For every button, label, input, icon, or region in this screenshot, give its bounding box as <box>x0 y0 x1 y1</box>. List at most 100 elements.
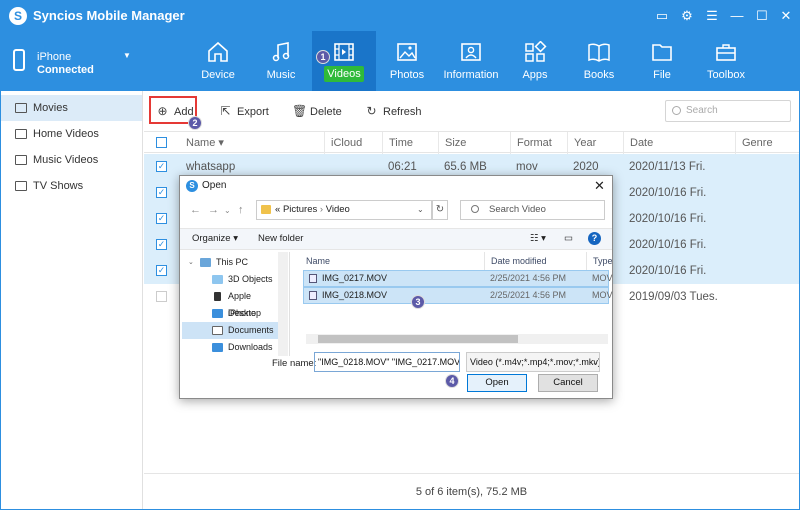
command-bar: Organize ▾ New folder ☷ ▾ ▭ ? <box>180 228 612 250</box>
tree-item-apple-iphone[interactable]: Apple iPhone <box>182 288 280 318</box>
gear-icon[interactable]: ⚙ <box>678 7 696 25</box>
nav-books[interactable]: Books <box>567 31 631 91</box>
sidebar-item-tv-shows[interactable]: TV Shows <box>1 173 142 199</box>
folder-tree: ⌄ This PC 3D Objects Apple iPhone Deskto… <box>182 252 290 356</box>
breadcrumb-video[interactable]: Video <box>326 204 350 215</box>
add-button[interactable]: ⊕ Add <box>156 103 193 121</box>
chevron-down-icon[interactable]: ⌄ <box>448 358 455 367</box>
minimize-icon[interactable]: — <box>728 7 746 25</box>
home-icon <box>208 41 228 62</box>
device-selector[interactable]: iPhone Connected ▼ <box>1 31 143 91</box>
nav-label: Device <box>201 69 235 81</box>
caret-down-icon: ▼ <box>123 51 131 60</box>
file-name-input[interactable]: "IMG_0218.MOV" "IMG_0217.MOV" <box>314 352 460 372</box>
status-text: 5 of 6 item(s), 75.2 MB <box>415 486 528 498</box>
dialog-refresh-button[interactable]: ↻ <box>432 200 448 220</box>
music-video-icon <box>15 155 27 165</box>
col-type[interactable]: Type <box>586 252 613 270</box>
tree-item-this-pc[interactable]: ⌄ This PC <box>182 254 280 271</box>
back-arrow-icon[interactable]: ← <box>190 204 201 216</box>
organize-menu[interactable]: Organize ▾ <box>192 233 238 244</box>
col-icloud[interactable]: iCloud <box>324 132 380 154</box>
home-video-icon <box>15 129 27 139</box>
tree-scrollbar[interactable] <box>278 252 288 356</box>
plus-circle-icon: ⊕ <box>157 104 168 118</box>
nav-music[interactable]: Music <box>249 31 313 91</box>
col-size[interactable]: Size <box>438 132 510 154</box>
col-year[interactable]: Year <box>567 132 623 154</box>
dialog-close-icon[interactable]: ✕ <box>594 178 605 194</box>
file-list-scrollbar[interactable] <box>306 334 608 344</box>
sidebar-item-home-videos[interactable]: Home Videos <box>1 121 142 147</box>
nav-apps[interactable]: Apps <box>503 31 567 91</box>
forward-arrow-icon[interactable]: → <box>208 204 219 216</box>
tree-item-downloads[interactable]: Downloads <box>182 339 280 356</box>
dialog-search-input[interactable]: Search Video <box>460 200 605 220</box>
delete-label: Delete <box>310 106 342 118</box>
file-type-select[interactable]: Video (*.m4v;*.mp4;*.mov;*.mkv) <box>466 352 600 372</box>
step-badge: 4 <box>445 374 459 388</box>
feedback-icon[interactable]: ▭ <box>653 7 671 25</box>
new-folder-button[interactable]: New folder <box>258 233 303 244</box>
maximize-icon[interactable]: ☐ <box>753 7 771 25</box>
phone-icon <box>13 49 25 71</box>
row-checkbox[interactable] <box>156 291 167 302</box>
col-time[interactable]: Time <box>382 132 438 154</box>
chevron-down-icon[interactable]: ⌄ <box>417 201 424 219</box>
breadcrumb-pictures[interactable]: Pictures <box>283 204 317 215</box>
refresh-button[interactable]: ↻ Refresh <box>365 103 422 121</box>
select-all-checkbox[interactable] <box>156 137 167 148</box>
nav-label: Information <box>443 69 499 81</box>
refresh-label: Refresh <box>383 106 422 118</box>
close-icon[interactable]: ✕ <box>777 7 795 25</box>
tree-item-3d-objects[interactable]: 3D Objects <box>182 271 280 288</box>
file-row[interactable]: IMG_0218.MOV 2/25/2021 4:56 PM MOV <box>303 287 613 304</box>
nav-device[interactable]: Device <box>186 31 250 91</box>
video-file-icon <box>309 274 317 283</box>
syncios-logo-icon: S <box>9 7 27 25</box>
view-options-icon[interactable]: ☷ ▾ <box>530 233 546 244</box>
recent-dropdown-icon[interactable]: ⌄ <box>224 206 231 215</box>
col-genre[interactable]: Genre <box>735 132 799 154</box>
nav-file[interactable]: File <box>630 31 694 91</box>
cell-date: 2020/10/16 Fri. <box>629 213 707 225</box>
cancel-button[interactable]: Cancel <box>538 374 598 392</box>
device-name: iPhone <box>37 51 72 63</box>
nav-label: Music <box>266 69 296 81</box>
menu-icon[interactable]: ☰ <box>703 7 721 25</box>
cell-date: 2020/10/16 Fri. <box>629 187 707 199</box>
row-checkbox[interactable]: ✓ <box>156 239 167 250</box>
preview-pane-icon[interactable]: ▭ <box>564 233 573 244</box>
col-format[interactable]: Format <box>510 132 567 154</box>
help-icon[interactable]: ? <box>588 232 601 245</box>
up-arrow-icon[interactable]: ↑ <box>238 204 244 216</box>
book-icon <box>588 43 610 62</box>
nav-label: Videos <box>324 66 364 82</box>
col-date[interactable]: Date <box>623 132 735 154</box>
file-row[interactable]: IMG_0217.MOV 2/25/2021 4:56 PM MOV <box>303 270 613 287</box>
search-input[interactable]: Search <box>665 100 791 122</box>
address-bar[interactable]: « Pictures › Video ⌄ <box>256 200 432 220</box>
table-header: Name ▾ iCloud Time Size Format Year Date… <box>144 131 799 154</box>
row-checkbox[interactable]: ✓ <box>156 265 167 276</box>
scroll-thumb[interactable] <box>318 335 518 343</box>
nav-toolbox[interactable]: Toolbox <box>694 31 758 91</box>
nav-photos[interactable]: Photos <box>375 31 439 91</box>
nav-information[interactable]: Information <box>439 31 503 91</box>
chevron-down-icon[interactable]: ⌄ <box>592 358 599 367</box>
row-checkbox[interactable]: ✓ <box>156 161 167 172</box>
col-date-modified[interactable]: Date modified <box>484 252 584 270</box>
device-status: Connected <box>37 64 94 76</box>
col-name[interactable]: Name ▾ <box>180 132 224 154</box>
open-button[interactable]: Open <box>467 374 527 392</box>
col-file-name[interactable]: Name <box>300 252 480 270</box>
row-checkbox[interactable]: ✓ <box>156 187 167 198</box>
step-badge: 1 <box>316 50 330 64</box>
tree-item-documents[interactable]: Documents <box>182 322 280 339</box>
sidebar-item-music-videos[interactable]: Music Videos <box>1 147 142 173</box>
row-checkbox[interactable]: ✓ <box>156 213 167 224</box>
export-button[interactable]: ⇱ Export <box>219 103 268 121</box>
sidebar-item-movies[interactable]: Movies <box>1 95 142 121</box>
tree-item-desktop[interactable]: Desktop <box>182 305 280 322</box>
delete-button[interactable]: 🗑 Delete <box>292 103 342 121</box>
